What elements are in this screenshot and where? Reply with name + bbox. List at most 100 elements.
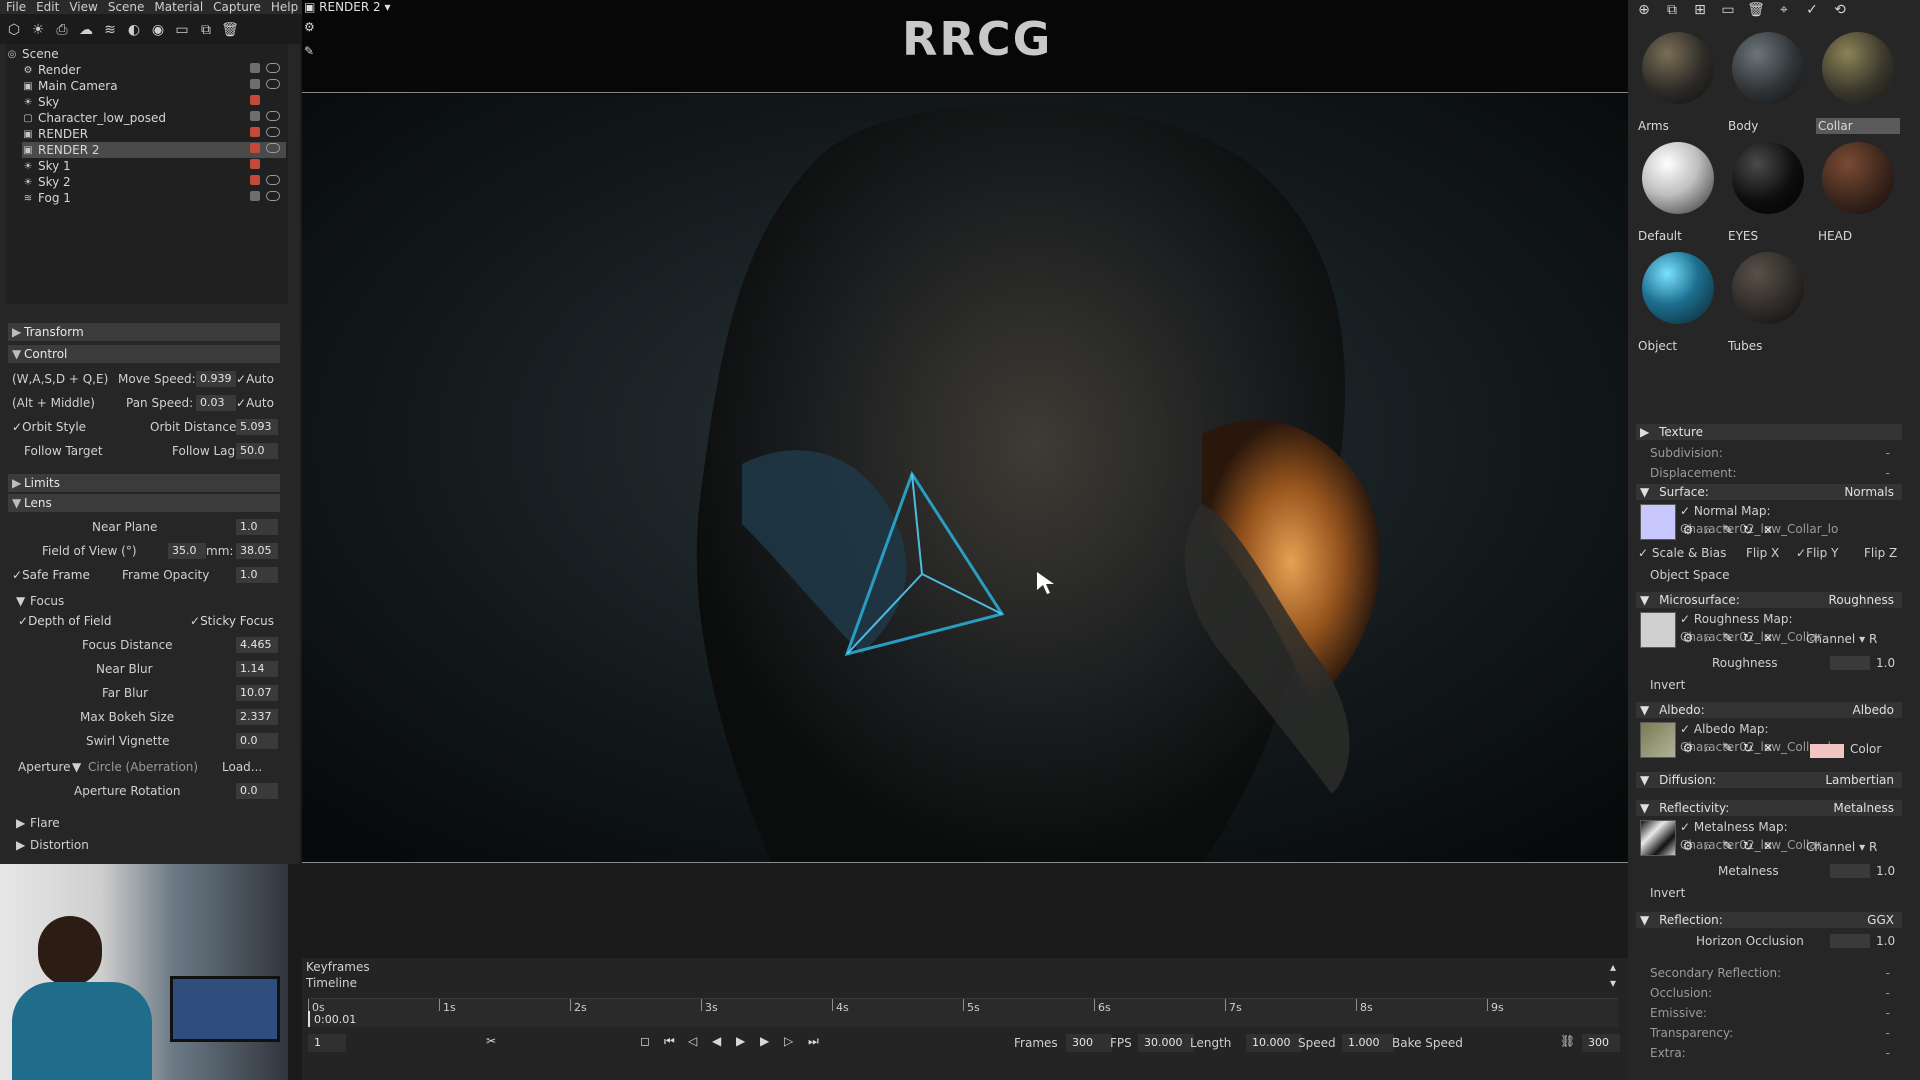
tree-item-sky[interactable]: ☀ Sky	[22, 94, 286, 110]
speed-field[interactable]: 1.000	[1342, 1034, 1394, 1052]
search-icon[interactable]: ⌕	[1700, 740, 1716, 756]
gear-icon[interactable]: ⚙	[1680, 522, 1696, 538]
visibility-icon[interactable]	[266, 63, 280, 73]
secondary-reflection-row[interactable]: Secondary Reflection: -	[1638, 964, 1900, 982]
auto-pan-checkbox[interactable]: ✓Auto	[236, 396, 274, 410]
load-aperture-button[interactable]: Load...	[222, 760, 262, 774]
section-albedo[interactable]: ▼ Albedo: Albedo	[1636, 702, 1902, 718]
orbit-distance-field[interactable]: 5.093	[236, 419, 278, 435]
focus-distance-field[interactable]: 4.465	[236, 637, 278, 653]
tree-item-scene[interactable]: ◎ Scene	[6, 46, 286, 62]
gear-icon[interactable]: ⚙	[1680, 630, 1696, 646]
material-card-head[interactable]: HEAD	[1814, 140, 1900, 248]
material-card-eyes[interactable]: EYES	[1724, 140, 1810, 248]
distortion-header[interactable]: ▶ Distortion	[10, 836, 280, 856]
tree-item-main-camera[interactable]: ▣ Main Camera	[22, 78, 286, 94]
fps-field[interactable]: 30.000	[1138, 1034, 1194, 1052]
section-diffusion[interactable]: ▼ Diffusion: Lambertian	[1636, 772, 1902, 788]
roughness-value[interactable]: 1.0	[1876, 654, 1895, 672]
tree-item-sky-1[interactable]: ☀ Sky 1	[22, 158, 286, 174]
roughness-map-swatch[interactable]	[1640, 612, 1676, 648]
search-icon[interactable]: ⌕	[1700, 522, 1716, 538]
menu-view[interactable]: View	[69, 0, 97, 14]
trash-icon[interactable]: 🗑	[1747, 2, 1765, 18]
add-light-icon[interactable]: ☀	[30, 22, 46, 38]
material-card-collar[interactable]: Collar	[1814, 30, 1900, 138]
duplicate-material-icon[interactable]: ⧉	[1664, 2, 1680, 18]
flip-x-checkbox[interactable]: Flip X	[1746, 544, 1779, 562]
frames-field[interactable]: 300	[1066, 1034, 1112, 1052]
playhead[interactable]	[308, 1011, 310, 1027]
close-icon[interactable]: ✕	[1760, 740, 1776, 756]
tree-item-sky-2[interactable]: ☀ Sky 2	[22, 174, 286, 190]
metalness-map-swatch[interactable]	[1640, 820, 1676, 856]
search-icon[interactable]: ⌕	[1700, 630, 1716, 646]
menu-file[interactable]: File	[6, 0, 26, 14]
tree-item-character[interactable]: ▢ Character_low_posed	[22, 110, 286, 126]
chevron-down-icon[interactable]: ▼	[72, 760, 81, 774]
follow-lag-field[interactable]: 50.0	[236, 443, 278, 459]
step-back-icon[interactable]: ◀	[712, 1034, 728, 1050]
settings-gear-icon[interactable]: ⚙	[304, 20, 320, 36]
diffusion-mode-dropdown[interactable]: Lambertian	[1825, 772, 1894, 788]
metalness-invert-row[interactable]: Invert	[1638, 884, 1900, 902]
timeline-ruler[interactable]: 0s 1s 2s 3s 4s 5s 6s 7s 8s 9s 0:00.01	[308, 998, 1618, 1027]
visibility-icon[interactable]	[266, 79, 280, 89]
frame-input[interactable]: 1	[308, 1034, 346, 1052]
fov-field[interactable]: 35.0	[168, 543, 206, 559]
roughness-map-checkbox[interactable]: ✓	[1680, 612, 1690, 626]
albedo-color-swatch[interactable]	[1810, 744, 1844, 758]
length-field[interactable]: 10.000	[1246, 1034, 1302, 1052]
transparency-row[interactable]: Transparency: -	[1638, 1024, 1900, 1042]
add-sky-icon[interactable]: ☁	[78, 22, 94, 38]
depth-of-field-checkbox[interactable]: ✓Depth of Field	[18, 614, 112, 628]
safe-frame-checkbox[interactable]: ✓Safe Frame	[12, 568, 90, 582]
swirl-vignette-field[interactable]: 0.0	[236, 733, 278, 749]
near-blur-field[interactable]: 1.14	[236, 661, 278, 677]
normal-map-swatch[interactable]	[1640, 504, 1676, 540]
bake-speed-button[interactable]: Bake Speed	[1392, 1036, 1463, 1050]
viewport-camera-dropdown[interactable]: ▣ RENDER 2 ▾	[304, 0, 444, 14]
add-shadow-icon[interactable]: ◐	[126, 22, 142, 38]
metalness-channel-row[interactable]: Channel ▾ R	[1806, 838, 1906, 856]
occlusion-row[interactable]: Occlusion: -	[1638, 984, 1900, 1002]
focus-header[interactable]: ▼ Focus	[10, 592, 280, 612]
tree-item-render[interactable]: ⚙ Render	[22, 62, 286, 78]
material-card-body[interactable]: Body	[1724, 30, 1810, 138]
eyedropper-icon[interactable]: ✎	[1720, 838, 1736, 854]
add-camera-icon[interactable]: ⎙	[54, 22, 70, 38]
frame-opacity-field[interactable]: 1.0	[236, 567, 278, 583]
extra-row[interactable]: Extra: -	[1638, 1044, 1900, 1062]
section-reflectivity[interactable]: ▼ Reflectivity: Metalness	[1636, 800, 1902, 816]
material-card-default[interactable]: Default	[1634, 140, 1720, 248]
auto-move-checkbox[interactable]: ✓Auto	[236, 372, 274, 386]
material-card-arms[interactable]: Arms	[1634, 30, 1720, 138]
max-bokeh-field[interactable]: 2.337	[236, 709, 278, 725]
brush-icon[interactable]: ✎	[304, 44, 320, 60]
skip-to-start-icon[interactable]: ⏮	[664, 1034, 680, 1050]
refresh-icon[interactable]: ↻	[1740, 838, 1756, 854]
section-lens[interactable]: ▼ Lens	[8, 494, 280, 512]
roughness-invert-row[interactable]: Invert	[1638, 676, 1900, 694]
visibility-icon[interactable]	[266, 191, 280, 201]
end-frame-field[interactable]: 300	[1582, 1034, 1620, 1052]
gear-icon[interactable]: ⚙	[1680, 740, 1696, 756]
add-mesh-icon[interactable]: ⬡	[6, 22, 22, 38]
close-icon[interactable]: ✕	[1760, 838, 1776, 854]
close-icon[interactable]: ✕	[1760, 522, 1776, 538]
section-limits[interactable]: ▶ Limits	[8, 474, 280, 492]
albedo-map-swatch[interactable]	[1640, 722, 1676, 758]
material-card-tubes[interactable]: Tubes	[1724, 250, 1810, 358]
menu-material[interactable]: Material	[154, 0, 203, 14]
folder-icon[interactable]: ▭	[1720, 2, 1736, 18]
delete-icon[interactable]: 🗑	[221, 22, 239, 38]
link-icon[interactable]: ⛓	[1560, 1034, 1576, 1050]
menu-scene[interactable]: Scene	[108, 0, 145, 14]
next-key-icon[interactable]: ▷	[784, 1034, 800, 1050]
menu-help[interactable]: Help	[271, 0, 298, 14]
section-reflection[interactable]: ▼ Reflection: GGX	[1636, 912, 1902, 928]
visibility-icon[interactable]	[266, 127, 280, 137]
close-icon[interactable]: ✕	[1760, 630, 1776, 646]
roughness-slider[interactable]	[1830, 656, 1870, 670]
expand-keyframes-icon[interactable]: ▴	[1610, 960, 1624, 974]
